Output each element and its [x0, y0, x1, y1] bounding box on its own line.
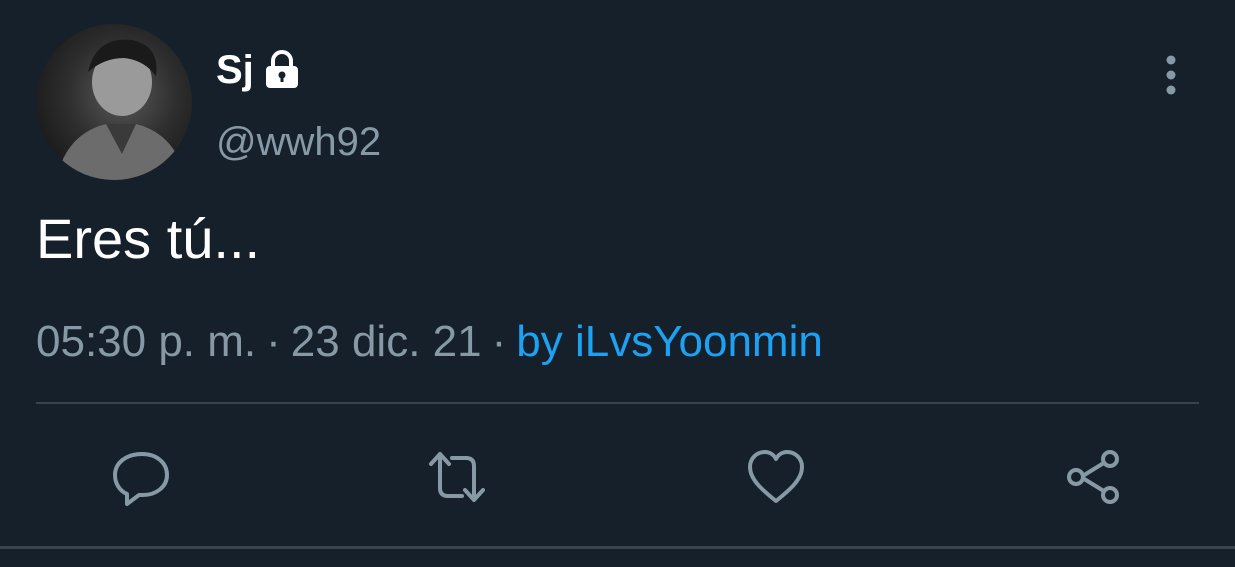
meta-separator: · — [491, 317, 507, 366]
tweet-meta: 05:30 p. m. · 23 dic. 21 · by iLvsYoonmin — [36, 314, 823, 370]
reply-icon — [113, 452, 169, 506]
tweet-date[interactable]: 23 dic. 21 — [291, 317, 482, 366]
tweet-source-link[interactable]: by iLvsYoonmin — [516, 317, 823, 366]
tweet-text: Eres tú... — [36, 207, 261, 270]
divider — [36, 402, 1199, 404]
tweet-detail: Sj @wwh92 Eres tú... 05:30 p. m. · 23 dic.… — [0, 0, 1235, 567]
tweet-time[interactable]: 05:30 p. m. — [36, 317, 256, 366]
avatar[interactable] — [36, 24, 192, 180]
retweet-button[interactable] — [428, 448, 486, 506]
more-vertical-icon[interactable] — [1152, 52, 1190, 98]
user-handle: @wwh92 — [216, 120, 382, 164]
display-name-text: Sj — [216, 48, 254, 92]
meta-separator: · — [266, 317, 281, 366]
display-name[interactable]: Sj — [216, 46, 304, 94]
share-button[interactable] — [1064, 448, 1122, 506]
avatar-photo — [56, 39, 186, 180]
share-icon — [1067, 450, 1119, 504]
divider — [0, 546, 1235, 549]
heart-icon — [748, 450, 804, 503]
like-button[interactable] — [747, 448, 805, 506]
retweet-icon — [429, 452, 485, 502]
reply-button[interactable] — [112, 448, 170, 506]
lock-icon — [260, 48, 304, 92]
